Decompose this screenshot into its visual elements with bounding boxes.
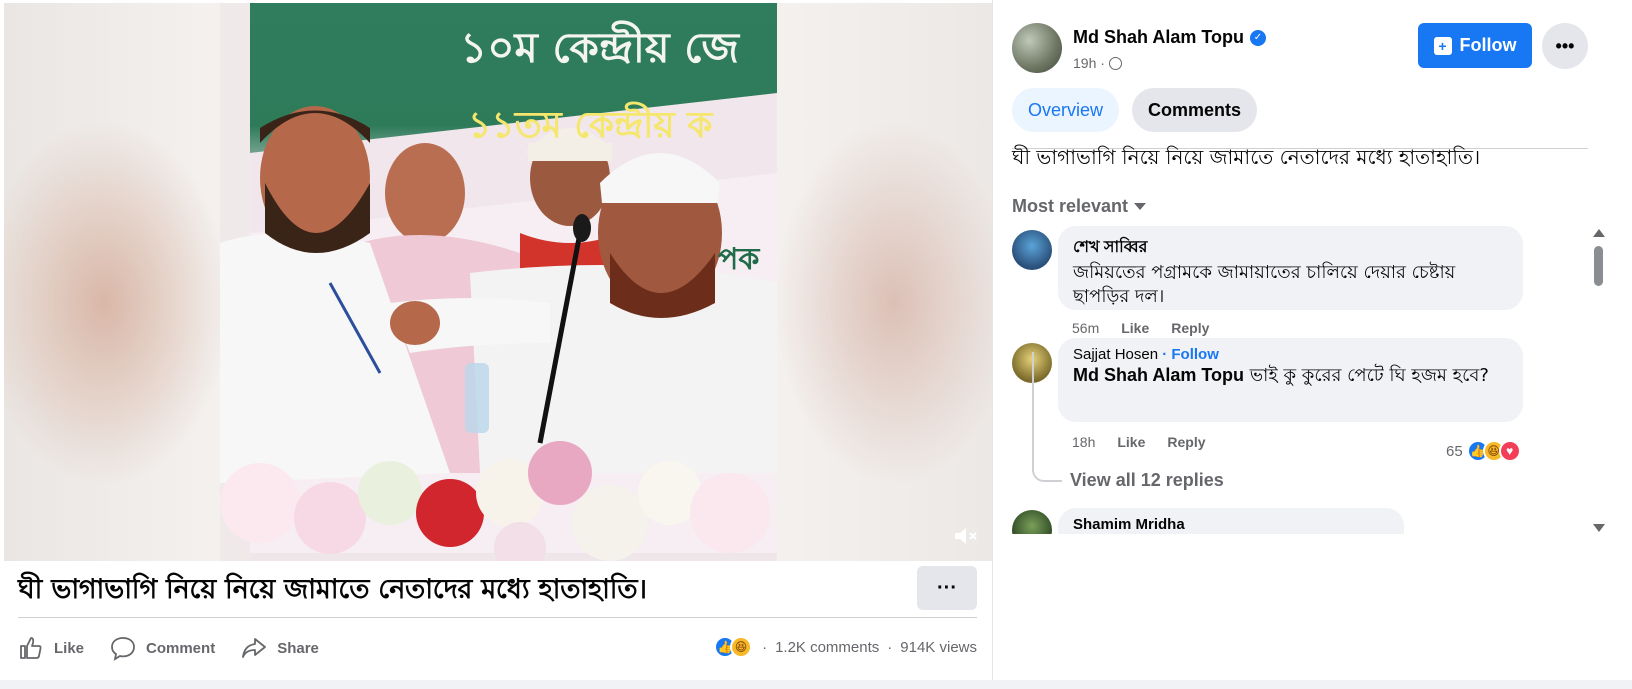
love-reaction-icon: ♥ bbox=[1498, 440, 1521, 462]
views-count: 914K views bbox=[900, 638, 977, 656]
comments-scrollbar[interactable] bbox=[1592, 226, 1606, 534]
actions-divider bbox=[18, 617, 977, 618]
post-stats: 👍 😆 · 1.2K comments · 914K views bbox=[714, 636, 977, 658]
comment-like-button[interactable]: Like bbox=[1117, 434, 1145, 450]
video-player[interactable]: ১০ম কেন্দ্রীয় জে ১১তম কেন্দ্রীয় ক পক bbox=[4, 3, 993, 561]
comment-reactions[interactable]: 65 👍 😆 ♥ bbox=[1446, 440, 1521, 462]
commenter-name[interactable]: Shamim Mridha bbox=[1073, 516, 1389, 533]
sort-label: Most relevant bbox=[1012, 196, 1129, 216]
commenter-avatar[interactable] bbox=[1012, 510, 1052, 534]
scroll-down-arrow-icon[interactable] bbox=[1593, 524, 1605, 532]
post-more-options-button[interactable]: ··· bbox=[917, 566, 977, 610]
share-button[interactable]: Share bbox=[241, 632, 319, 664]
tab-comments[interactable]: Comments bbox=[1132, 88, 1258, 132]
view-replies-link[interactable]: View all 12 replies bbox=[1070, 470, 1224, 491]
comment-text: ভাই কু কুরের পেটে ঘি হজম হবে? bbox=[1244, 365, 1489, 386]
post-meta: 19h · bbox=[1073, 55, 1122, 71]
reaction-icons[interactable]: 👍 😆 bbox=[714, 636, 753, 658]
post-caption: ঘী ভাগাভাগি নিয়ে নিয়ে জামাতে নেতাদের ম… bbox=[18, 574, 647, 605]
video-banner-line2: ১১তম কেন্দ্রীয় ক bbox=[468, 105, 713, 146]
verified-badge-icon: ✓ bbox=[1250, 29, 1266, 46]
stats-separator: · bbox=[887, 638, 893, 656]
panel-post-text: ঘী ভাগাভাগি নিয়ে নিয়ে জামাতে নেতাদের ম… bbox=[1012, 145, 1481, 169]
follow-label: Follow bbox=[1459, 35, 1517, 55]
scroll-up-arrow-icon[interactable] bbox=[1593, 229, 1605, 237]
like-button[interactable]: Like bbox=[18, 632, 84, 664]
comment-button[interactable]: Comment bbox=[110, 632, 215, 664]
chevron-down-icon bbox=[1134, 203, 1147, 210]
comment-sort-dropdown[interactable]: Most relevant bbox=[1012, 196, 1147, 217]
author-name[interactable]: Md Shah Alam Topu ✓ bbox=[1073, 27, 1266, 48]
page-bottom-strip bbox=[0, 680, 1632, 689]
post-actions-bar: Like Comment Share bbox=[18, 632, 319, 664]
share-label: Share bbox=[277, 639, 319, 657]
thumbs-up-icon bbox=[20, 637, 42, 659]
panel-more-button[interactable]: ••• bbox=[1542, 23, 1588, 69]
follow-button[interactable]: + Follow bbox=[1418, 23, 1532, 68]
comment-time[interactable]: 18h bbox=[1072, 434, 1095, 450]
facebook-video-post-page: ১০ম কেন্দ্রীয় জে ১১তম কেন্দ্রীয় ক পক ঘ… bbox=[0, 0, 1632, 689]
comment-meta: 18h Like Reply bbox=[1072, 434, 1206, 450]
commenter-avatar[interactable] bbox=[1012, 230, 1052, 270]
tab-overview[interactable]: Overview bbox=[1012, 88, 1120, 132]
speaker-icon bbox=[955, 528, 977, 544]
commenter-name[interactable]: শেখ সাব্বির bbox=[1073, 234, 1508, 261]
comment-reactions-count: 65 bbox=[1446, 442, 1463, 460]
comment-header: Sajjat Hosen · Follow bbox=[1073, 346, 1508, 363]
share-arrow-icon bbox=[242, 638, 267, 658]
video-banner-side: পক bbox=[718, 242, 760, 277]
video-banner-line1: ১০ম কেন্দ্রীয় জে bbox=[460, 23, 739, 72]
video-scene-illustration bbox=[220, 3, 777, 561]
commenter-name[interactable]: Sajjat Hosen bbox=[1073, 346, 1158, 363]
comment-time[interactable]: 56m bbox=[1072, 320, 1099, 336]
comment-bubble: Shamim Mridha bbox=[1058, 508, 1404, 534]
like-label: Like bbox=[54, 639, 85, 657]
reply-thread-line bbox=[1032, 352, 1062, 482]
comment-mention[interactable]: Md Shah Alam Topu bbox=[1073, 365, 1244, 385]
comment-text: জমিয়তের পগ্রামকে জামায়াতের চালিয়ে দেয… bbox=[1073, 262, 1456, 307]
scrollbar-thumb[interactable] bbox=[1594, 246, 1603, 286]
comment-like-button[interactable]: Like bbox=[1121, 320, 1149, 336]
post-time[interactable]: 19h · bbox=[1073, 55, 1105, 71]
comment-label: Comment bbox=[146, 639, 216, 657]
comments-count[interactable]: 1.2K comments bbox=[775, 639, 879, 656]
volume-muted-icon[interactable] bbox=[951, 523, 981, 549]
panel-separator bbox=[992, 0, 993, 680]
comment-text-container: Md Shah Alam Topu ভাই কু কুরের পেটে ঘি হ… bbox=[1073, 363, 1508, 388]
stats-separator: · bbox=[762, 638, 768, 656]
author-name-text: Md Shah Alam Topu bbox=[1073, 27, 1244, 47]
comment-reaction-icons: 👍 😆 ♥ bbox=[1466, 440, 1521, 462]
haha-reaction-icon: 😆 bbox=[730, 636, 753, 658]
comments-list: শেখ সাব্বির জমিয়তের পগ্রামকে জামায়াতের… bbox=[1012, 226, 1594, 534]
commenter-follow-link[interactable]: · Follow bbox=[1162, 346, 1219, 363]
comment-meta: 56m Like Reply bbox=[1072, 320, 1209, 336]
globe-icon bbox=[1108, 56, 1122, 70]
comment-reply-button[interactable]: Reply bbox=[1167, 434, 1205, 450]
follow-plus-icon: + bbox=[1433, 36, 1452, 55]
video-frame[interactable]: ১০ম কেন্দ্রীয় জে ১১তম কেন্দ্রীয় ক পক bbox=[220, 3, 777, 561]
comment-reply-button[interactable]: Reply bbox=[1171, 320, 1209, 336]
comment-bubble: Sajjat Hosen · Follow Md Shah Alam Topu … bbox=[1058, 338, 1523, 422]
comment-bubble-icon bbox=[111, 637, 135, 661]
author-avatar[interactable] bbox=[1012, 23, 1062, 73]
comment-bubble: শেখ সাব্বির জমিয়তের পগ্রামকে জামায়াতের… bbox=[1058, 226, 1523, 310]
